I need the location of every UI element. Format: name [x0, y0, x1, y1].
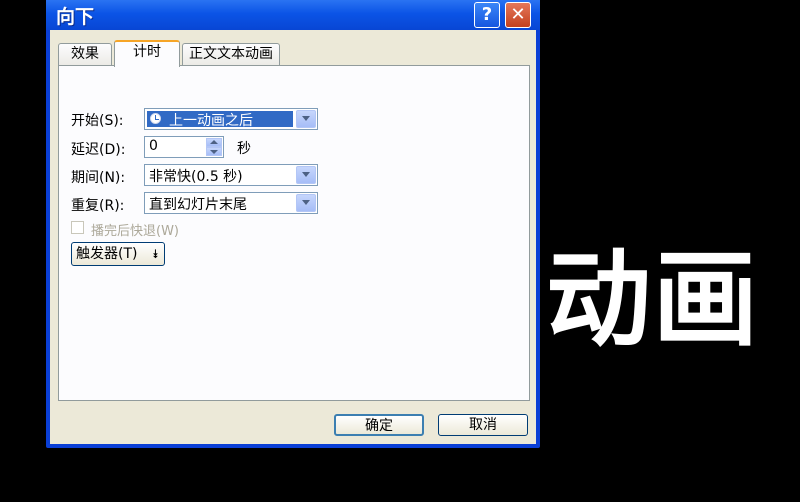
- tab-text-animation[interactable]: 正文文本动画: [182, 43, 280, 65]
- tab-effect[interactable]: 效果: [58, 43, 112, 65]
- trigger-label: 触发器(T): [76, 246, 138, 262]
- dialog-title: 向下: [56, 6, 95, 28]
- clock-icon: [150, 113, 161, 124]
- duration-value: 非常快(0.5 秒): [149, 169, 243, 185]
- start-select[interactable]: 上一动画之后: [144, 108, 318, 130]
- spin-down-icon[interactable]: [206, 147, 222, 156]
- timing-panel: 开始(S): 上一动画之后 延迟(D): 0 秒 期间(N): 非常快(0.5 …: [58, 65, 530, 401]
- delay-spinner[interactable]: 0: [144, 136, 224, 158]
- title-bar[interactable]: 向下 ? ✕: [46, 0, 540, 30]
- delay-value: 0: [149, 138, 158, 154]
- duration-label: 期间(N):: [71, 170, 126, 186]
- repeat-label: 重复(R):: [71, 198, 125, 214]
- tab-timing[interactable]: 计时: [114, 40, 180, 67]
- chevron-down-icon[interactable]: [296, 194, 316, 212]
- ok-button[interactable]: 确定: [334, 414, 424, 436]
- start-value: 上一动画之后: [169, 113, 253, 129]
- spin-up-icon[interactable]: [206, 138, 222, 147]
- trigger-button[interactable]: 触发器(T) ⯯: [71, 242, 165, 266]
- rewind-label: 播完后快退(W): [91, 224, 179, 239]
- animation-dialog: 向下 ? ✕ 效果 计时 正文文本动画 开始(S): 上一动画之后 延迟(D):…: [46, 0, 540, 448]
- slide-title-text: 动画: [546, 239, 761, 361]
- help-icon: ?: [481, 4, 493, 25]
- close-icon: ✕: [510, 4, 526, 25]
- help-button[interactable]: ?: [474, 2, 500, 28]
- repeat-select[interactable]: 直到幻灯片末尾: [144, 192, 318, 214]
- delay-label: 延迟(D):: [71, 142, 126, 158]
- screen: 动画 向下 ? ✕ 效果 计时 正文文本动画 开始(S): 上一动画之后 延迟(…: [0, 0, 800, 502]
- duration-select[interactable]: 非常快(0.5 秒): [144, 164, 318, 186]
- dialog-body: 效果 计时 正文文本动画 开始(S): 上一动画之后 延迟(D): 0 秒 期间…: [50, 30, 536, 444]
- rewind-checkbox[interactable]: [71, 221, 84, 234]
- repeat-value: 直到幻灯片末尾: [149, 197, 247, 213]
- double-chevron-down-icon: ⯯: [151, 247, 159, 261]
- delay-unit: 秒: [237, 141, 251, 157]
- chevron-down-icon[interactable]: [296, 110, 316, 128]
- close-button[interactable]: ✕: [505, 2, 531, 28]
- start-label: 开始(S):: [71, 113, 124, 129]
- chevron-down-icon[interactable]: [296, 166, 316, 184]
- cancel-button[interactable]: 取消: [438, 414, 528, 436]
